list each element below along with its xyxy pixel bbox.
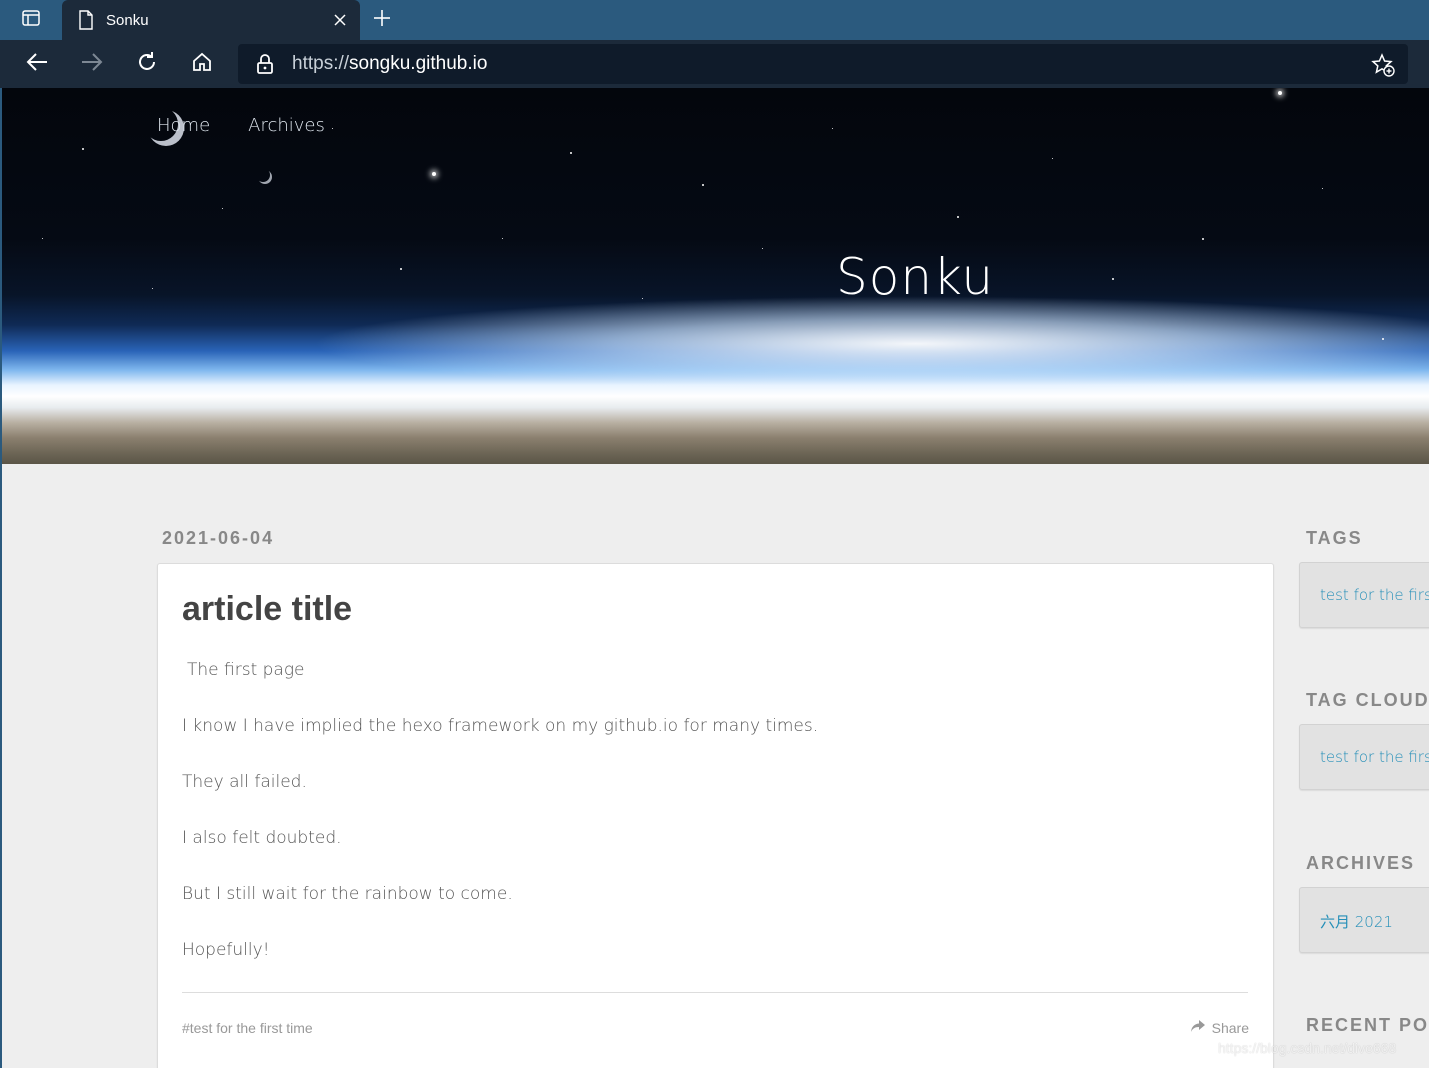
nav-home-link[interactable]: Home	[157, 115, 210, 136]
browser-tab[interactable]: Sonku	[62, 0, 360, 40]
tag-cloud-link[interactable]: test for the first time	[1320, 748, 1429, 766]
nav-archives-link[interactable]: Archives	[248, 115, 325, 136]
url-host: songku.github.io	[349, 53, 488, 74]
widget-archives: 六月 2021	[1299, 887, 1429, 953]
widget-tag-cloud: test for the first time	[1299, 724, 1429, 790]
star	[1382, 338, 1384, 340]
star	[332, 128, 333, 129]
browser-tab-bar: Sonku	[0, 0, 1429, 40]
refresh-button[interactable]	[132, 50, 162, 78]
star	[957, 216, 959, 218]
star	[642, 298, 643, 299]
article-paragraph: I also felt doubted.	[182, 828, 342, 848]
article-tag-link[interactable]: #test for the first time	[182, 1020, 313, 1036]
site-title[interactable]: Sonku	[836, 248, 994, 306]
star	[82, 148, 84, 150]
star	[1278, 91, 1282, 95]
lock-icon[interactable]	[254, 53, 276, 75]
back-button[interactable]	[22, 50, 52, 78]
url-text[interactable]: https://songku.github.io	[292, 53, 487, 75]
article-paragraph: But I still wait for the rainbow to come…	[182, 884, 513, 904]
star	[42, 238, 43, 239]
new-tab-button[interactable]	[368, 6, 396, 34]
share-label: Share	[1211, 1019, 1249, 1036]
page-viewport: Home Archives Sonku 2021-06-04 article t…	[0, 88, 1429, 1068]
article-body: The first page I know I have implied the…	[182, 659, 1242, 995]
star	[222, 208, 223, 209]
share-button[interactable]: Share	[1190, 1019, 1249, 1036]
star	[1322, 188, 1323, 189]
star	[502, 238, 503, 239]
archive-link[interactable]: 六月 2021	[1320, 911, 1393, 932]
forward-button[interactable]	[77, 50, 107, 78]
widget-title-tags: TAGS	[1306, 528, 1363, 548]
address-bar[interactable]: https://songku.github.io	[238, 44, 1408, 84]
header-banner: Home Archives Sonku	[2, 88, 1429, 464]
post-date[interactable]: 2021-06-04	[162, 528, 274, 549]
home-icon	[190, 50, 214, 79]
add-favorite-icon[interactable]	[1370, 52, 1396, 78]
browser-toolbar: https://songku.github.io	[0, 40, 1429, 88]
page-icon	[78, 10, 94, 30]
star	[400, 268, 402, 270]
article-paragraph: They all failed.	[182, 772, 307, 792]
article-paragraph: The first page	[187, 660, 305, 680]
plus-icon	[372, 8, 392, 33]
tag-link[interactable]: test for the first time	[1320, 586, 1429, 604]
home-button[interactable]	[187, 50, 217, 78]
widget-tags: test for the first time	[1299, 562, 1429, 628]
tab-actions-button[interactable]	[0, 0, 62, 40]
star	[1052, 158, 1053, 159]
arrow-right-icon	[80, 52, 104, 77]
watermark: https://blog.csdn.net/dive668	[1218, 1040, 1397, 1056]
share-icon	[1190, 1019, 1206, 1036]
widget-title-tag-cloud: TAG CLOUD	[1306, 690, 1429, 710]
widget-title-archives: ARCHIVES	[1306, 853, 1416, 873]
star	[762, 248, 763, 249]
star	[1202, 238, 1204, 240]
moon-icon	[258, 170, 272, 184]
star	[152, 288, 153, 289]
article-divider	[182, 992, 1248, 993]
star	[570, 152, 572, 154]
article-card: article title The first page I know I ha…	[157, 563, 1274, 1068]
url-protocol: https://	[292, 53, 350, 74]
star	[432, 172, 436, 176]
tab-title: Sonku	[106, 11, 149, 29]
tab-actions-icon	[21, 8, 41, 33]
star	[832, 128, 833, 129]
widget-title-recent-posts: RECENT POSTS	[1306, 1015, 1429, 1035]
article-paragraph: I know I have implied the hexo framework…	[182, 716, 819, 736]
star	[1112, 278, 1114, 280]
article-paragraph: Hopefully!	[182, 940, 270, 960]
close-tab-icon[interactable]	[330, 10, 350, 30]
main-nav: Home Archives	[157, 115, 325, 136]
star	[702, 184, 704, 186]
refresh-icon	[135, 50, 159, 79]
article-title[interactable]: article title	[182, 590, 352, 629]
arrow-left-icon	[25, 52, 49, 77]
